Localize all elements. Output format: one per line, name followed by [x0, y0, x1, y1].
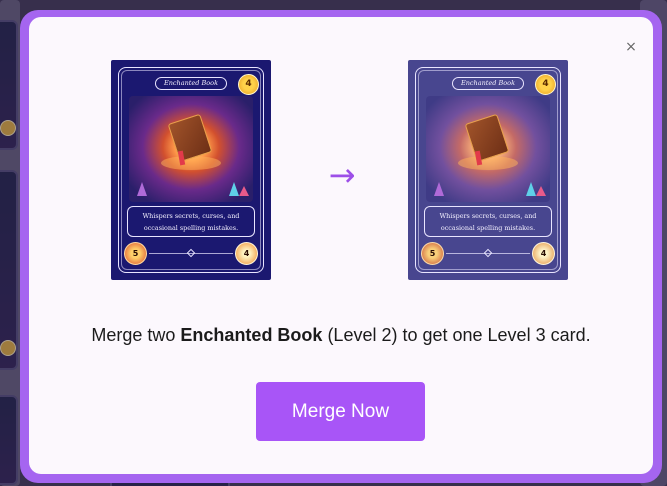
card-attack-badge: 5 — [124, 242, 147, 265]
book-icon — [464, 113, 510, 163]
right-arrow-icon: → — [328, 156, 356, 194]
card-level-badge: 4 — [238, 74, 259, 95]
message-card-name: Enchanted Book — [180, 325, 323, 345]
crystal-icon — [536, 186, 546, 196]
merge-modal: × Enchanted Book 4 Whispers secrets, cur… — [29, 17, 653, 474]
card-artwork — [129, 96, 253, 202]
close-button[interactable]: × — [623, 39, 639, 55]
card-attack-badge: 5 — [421, 242, 444, 265]
merge-message: Merge two Enchanted Book (Level 2) to ge… — [29, 325, 653, 346]
card-description: Whispers secrets, curses, and occasional… — [127, 206, 255, 237]
card-health-badge: 4 — [235, 242, 258, 265]
result-card: Enchanted Book 4 Whispers secrets, curse… — [408, 60, 568, 280]
message-prefix: Merge two — [91, 325, 181, 345]
card-artwork — [426, 96, 550, 202]
merge-now-button[interactable]: Merge Now — [256, 382, 425, 441]
crystal-icon — [434, 182, 444, 196]
crystal-icon — [239, 186, 249, 196]
message-suffix: (Level 2) to get one Level 3 card. — [322, 325, 591, 345]
card-health-badge: 4 — [532, 242, 555, 265]
card-name: Enchanted Book — [155, 77, 227, 90]
crystal-icon — [526, 182, 536, 196]
card-name: Enchanted Book — [452, 77, 524, 90]
source-card: Enchanted Book 4 Whispers secrets, curse… — [111, 60, 271, 280]
crystal-icon — [229, 182, 239, 196]
card-description: Whispers secrets, curses, and occasional… — [424, 206, 552, 237]
book-icon — [167, 113, 213, 163]
card-level-badge: 4 — [535, 74, 556, 95]
crystal-icon — [137, 182, 147, 196]
